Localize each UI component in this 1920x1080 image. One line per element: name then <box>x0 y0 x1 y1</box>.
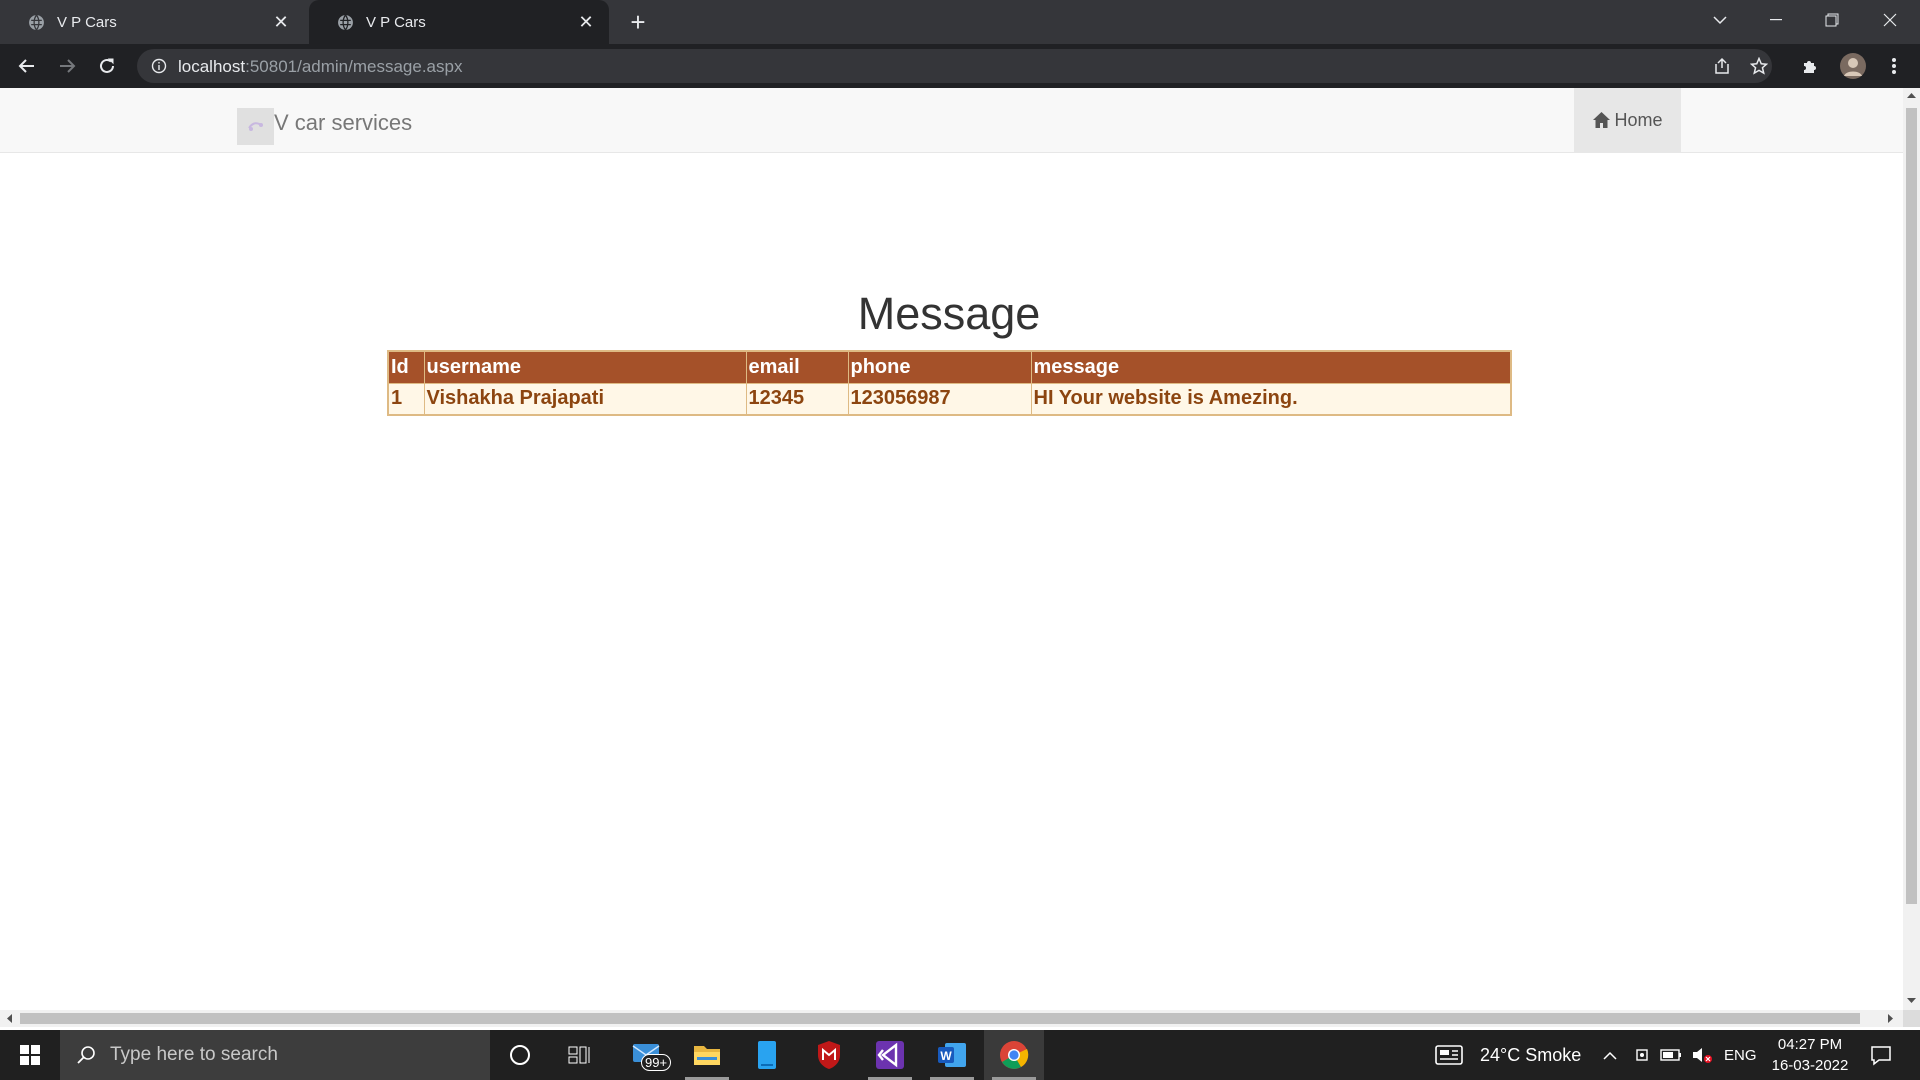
extensions-puzzle-icon[interactable] <box>1797 52 1825 80</box>
mcafee-shield-icon[interactable] <box>799 1030 859 1080</box>
bookmark-star-icon[interactable] <box>1750 57 1768 75</box>
url-host: localhost <box>178 57 246 76</box>
brand-logo[interactable] <box>237 108 274 145</box>
column-header-message: message <box>1030 350 1512 384</box>
globe-icon <box>338 14 353 30</box>
windows-taskbar: Type here to search 99+ W 24°C Smoke ENG… <box>0 1030 1920 1080</box>
windows-start-icon[interactable] <box>0 1030 60 1080</box>
scrollbar-corner <box>1903 1010 1920 1027</box>
action-center-notification-icon[interactable] <box>1858 1030 1904 1080</box>
globe-icon <box>29 14 44 30</box>
mail-icon[interactable]: 99+ <box>617 1030 677 1080</box>
horizontal-scrollbar[interactable] <box>0 1010 1903 1027</box>
browser-tab-strip: V P Cars ✕ V P Cars ✕ + <box>0 0 1920 44</box>
language-indicator[interactable]: ENG <box>1724 1030 1757 1080</box>
column-header-phone: phone <box>847 350 1032 384</box>
close-window-icon[interactable] <box>1862 0 1918 40</box>
weather-icon[interactable] <box>1432 1030 1466 1080</box>
home-icon <box>1593 112 1611 128</box>
close-tab-icon[interactable]: ✕ <box>577 13 595 31</box>
nav-home-link[interactable]: Home <box>1574 88 1681 152</box>
brand-name-link[interactable]: V car services <box>274 110 412 136</box>
cell-email: 12345 <box>745 382 849 416</box>
page-title: Message <box>857 288 1041 339</box>
scroll-left-arrow-icon[interactable] <box>6 1014 12 1023</box>
chrome-menu-icon[interactable] <box>1880 52 1908 80</box>
column-header-email: email <box>745 350 849 384</box>
battery-icon[interactable] <box>1656 1030 1686 1080</box>
column-header-username: username <box>423 350 747 384</box>
browser-tab[interactable]: V P Cars ✕ <box>0 0 304 44</box>
svg-text:W: W <box>940 1049 952 1063</box>
share-icon[interactable] <box>1713 57 1731 75</box>
task-view-icon[interactable] <box>550 1030 610 1080</box>
forward-arrow-icon[interactable] <box>53 52 81 80</box>
scroll-up-arrow-icon[interactable] <box>1907 92 1916 98</box>
horizontal-scroll-thumb[interactable] <box>20 1013 1860 1024</box>
search-icon <box>77 1046 95 1064</box>
visual-studio-icon[interactable] <box>860 1030 920 1080</box>
messages-table: Id username email phone message 1 Vishak… <box>387 350 1512 416</box>
cell-message: HI Your website is Amezing. <box>1030 382 1512 416</box>
site-navbar: V car services Home <box>0 88 1903 153</box>
scroll-right-arrow-icon[interactable] <box>1888 1014 1894 1023</box>
url-path: :50801/admin/message.aspx <box>245 57 463 76</box>
mail-badge: 99+ <box>641 1054 672 1071</box>
restore-icon[interactable] <box>1804 0 1860 40</box>
new-tab-button[interactable]: + <box>624 8 652 36</box>
clock-time: 04:27 PM <box>1777 1036 1843 1053</box>
close-tab-icon[interactable]: ✕ <box>272 13 290 31</box>
table-row: 1 Vishakha Prajapati 12345 123056987 HI … <box>387 382 1512 416</box>
table-header-row: Id username email phone message <box>387 350 1512 384</box>
vertical-scrollbar[interactable] <box>1903 88 1920 1010</box>
weather-text[interactable]: 24°C Smoke <box>1480 1030 1581 1080</box>
page-viewport: V car services Home Message Id username … <box>0 88 1903 1010</box>
cell-username: Vishakha Prajapati <box>423 382 747 416</box>
url-text[interactable]: localhost:50801/admin/message.aspx <box>178 57 462 77</box>
profile-avatar-icon[interactable] <box>1838 51 1868 81</box>
info-icon[interactable] <box>151 58 167 74</box>
taskbar-clock[interactable]: 04:27 PM 16-03-2022 <box>1770 1034 1850 1076</box>
cell-id: 1 <box>387 382 425 416</box>
word-icon[interactable]: W <box>922 1030 982 1080</box>
back-arrow-icon[interactable] <box>13 52 41 80</box>
minimize-icon[interactable] <box>1748 0 1804 40</box>
tab-search-chevron-icon[interactable] <box>1692 0 1748 40</box>
tab-title: V P Cars <box>366 13 426 31</box>
column-header-id: Id <box>387 350 425 384</box>
browser-toolbar: localhost:50801/admin/message.aspx <box>0 44 1920 88</box>
volume-muted-icon[interactable] <box>1688 1030 1716 1080</box>
chrome-icon[interactable] <box>984 1030 1044 1080</box>
reload-icon[interactable] <box>93 52 121 80</box>
address-bar[interactable]: localhost:50801/admin/message.aspx <box>137 49 1772 83</box>
vertical-scroll-thumb[interactable] <box>1906 108 1917 904</box>
cell-phone: 123056987 <box>847 382 1032 416</box>
nav-home-label: Home <box>1614 109 1663 130</box>
notepad-app-icon[interactable] <box>737 1030 797 1080</box>
clock-date: 16-03-2022 <box>1771 1057 1849 1074</box>
scroll-down-arrow-icon[interactable] <box>1907 998 1916 1004</box>
taskbar-search-box[interactable]: Type here to search <box>60 1030 490 1080</box>
file-explorer-icon[interactable] <box>677 1030 737 1080</box>
browser-tab-active[interactable]: V P Cars ✕ <box>309 0 609 44</box>
tab-title: V P Cars <box>57 13 117 31</box>
search-placeholder: Type here to search <box>110 1044 278 1065</box>
show-hidden-icons-chevron-icon[interactable] <box>1598 1030 1622 1080</box>
cortana-icon[interactable] <box>490 1030 550 1080</box>
meet-now-icon[interactable] <box>1628 1030 1656 1080</box>
